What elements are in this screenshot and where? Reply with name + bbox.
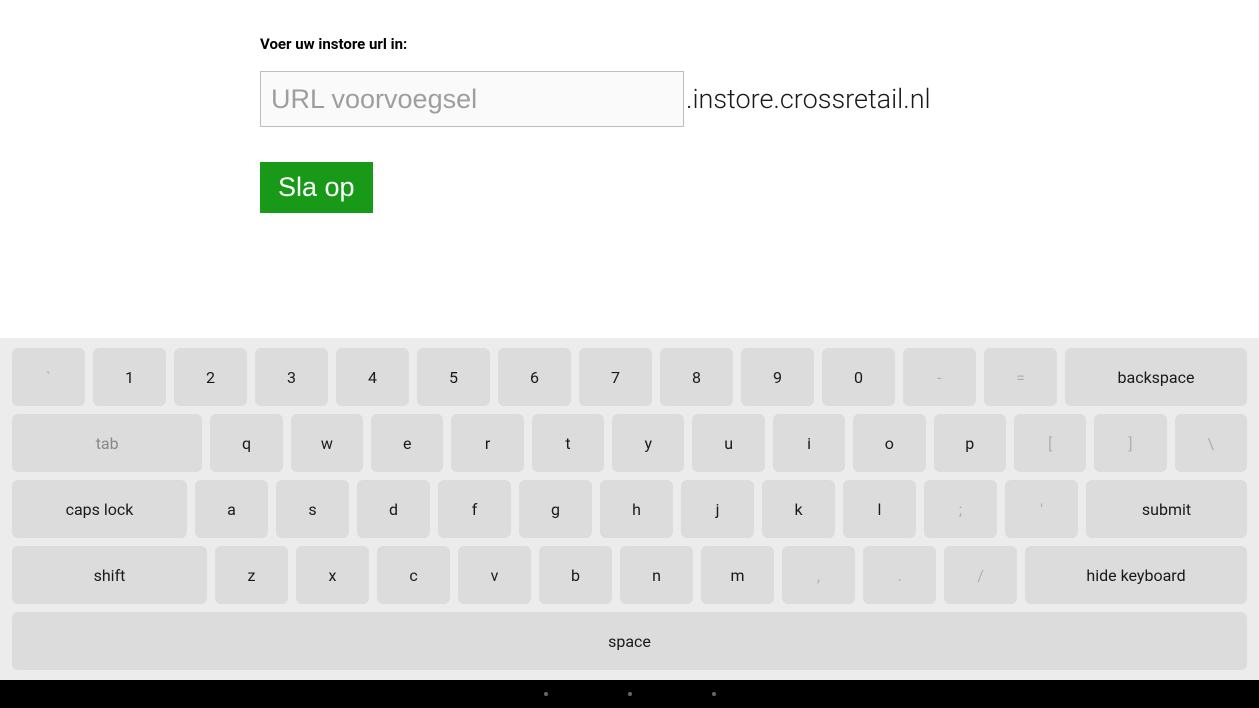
key-t[interactable]: t — [532, 414, 604, 472]
key-v[interactable]: v — [458, 546, 531, 604]
key-caps-lock[interactable]: caps lock — [12, 480, 187, 538]
key-shift[interactable]: shift — [12, 546, 207, 604]
key-c[interactable]: c — [377, 546, 450, 604]
key-p[interactable]: p — [934, 414, 1006, 472]
key-minus[interactable]: - — [903, 348, 976, 406]
key-space[interactable]: space — [12, 612, 1247, 670]
key-o[interactable]: o — [853, 414, 925, 472]
key-e[interactable]: e — [371, 414, 443, 472]
key-7[interactable]: 7 — [579, 348, 652, 406]
key-z[interactable]: z — [215, 546, 288, 604]
key-2[interactable]: 2 — [174, 348, 247, 406]
key-s[interactable]: s — [276, 480, 349, 538]
key-l[interactable]: l — [843, 480, 916, 538]
system-nav-bar — [0, 680, 1259, 708]
key-4[interactable]: 4 — [336, 348, 409, 406]
key-apostrophe[interactable]: ' — [1005, 480, 1078, 538]
key-3[interactable]: 3 — [255, 348, 328, 406]
nav-home-icon[interactable] — [628, 692, 632, 696]
save-button[interactable]: Sla op — [260, 162, 373, 213]
key-b[interactable]: b — [539, 546, 612, 604]
key-equals[interactable]: = — [984, 348, 1057, 406]
key-n[interactable]: n — [620, 546, 693, 604]
key-u[interactable]: u — [692, 414, 764, 472]
nav-recent-icon[interactable] — [712, 692, 716, 696]
key-k[interactable]: k — [762, 480, 835, 538]
form-label: Voer uw instore url in: — [260, 35, 1259, 53]
key-0[interactable]: 0 — [822, 348, 895, 406]
key-y[interactable]: y — [612, 414, 684, 472]
key-period[interactable]: . — [863, 546, 936, 604]
key-comma[interactable]: , — [782, 546, 855, 604]
key-8[interactable]: 8 — [660, 348, 733, 406]
key-6[interactable]: 6 — [498, 348, 571, 406]
key-5[interactable]: 5 — [417, 348, 490, 406]
key-j[interactable]: j — [681, 480, 754, 538]
key-slash[interactable]: / — [944, 546, 1017, 604]
key-a[interactable]: a — [195, 480, 268, 538]
key-x[interactable]: x — [296, 546, 369, 604]
key-submit[interactable]: submit — [1086, 480, 1247, 538]
key-g[interactable]: g — [519, 480, 592, 538]
key-m[interactable]: m — [701, 546, 774, 604]
key-f[interactable]: f — [438, 480, 511, 538]
key-q[interactable]: q — [210, 414, 282, 472]
key-w[interactable]: w — [291, 414, 363, 472]
key-backtick[interactable]: ` — [12, 348, 85, 406]
url-prefix-input[interactable] — [260, 71, 684, 127]
keyboard-row-1: ` 1 2 3 4 5 6 7 8 9 0 - = backspace — [12, 348, 1247, 406]
key-backslash[interactable]: \ — [1175, 414, 1247, 472]
nav-back-icon[interactable] — [544, 692, 548, 696]
key-tab[interactable]: tab — [12, 414, 202, 472]
key-backspace[interactable]: backspace — [1065, 348, 1247, 406]
key-i[interactable]: i — [773, 414, 845, 472]
key-9[interactable]: 9 — [741, 348, 814, 406]
form-area: Voer uw instore url in: .instore.crossre… — [0, 0, 1259, 213]
on-screen-keyboard: ` 1 2 3 4 5 6 7 8 9 0 - = backspace tab … — [0, 338, 1259, 680]
key-hide-keyboard[interactable]: hide keyboard — [1025, 546, 1247, 604]
key-semicolon[interactable]: ; — [924, 480, 997, 538]
key-h[interactable]: h — [600, 480, 673, 538]
key-r[interactable]: r — [451, 414, 523, 472]
key-1[interactable]: 1 — [93, 348, 166, 406]
key-bracket-right[interactable]: ] — [1094, 414, 1166, 472]
keyboard-row-3: caps lock a s d f g h j k l ; ' submit — [12, 480, 1247, 538]
key-d[interactable]: d — [357, 480, 430, 538]
keyboard-row-5: space — [12, 612, 1247, 670]
input-row: .instore.crossretail.nl — [260, 71, 1259, 127]
url-suffix: .instore.crossretail.nl — [686, 83, 931, 115]
keyboard-row-4: shift z x c v b n m , . / hide keyboard — [12, 546, 1247, 604]
keyboard-row-2: tab q w e r t y u i o p [ ] \ — [12, 414, 1247, 472]
key-bracket-left[interactable]: [ — [1014, 414, 1086, 472]
